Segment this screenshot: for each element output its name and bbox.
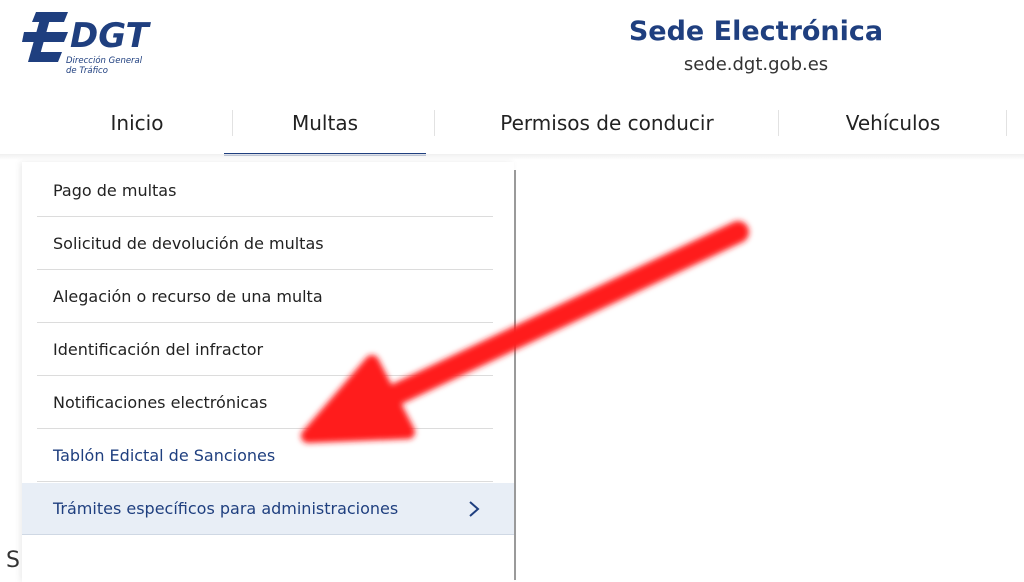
menu-item-label: Alegación o recurso de una multa bbox=[53, 287, 323, 306]
partial-text: S bbox=[6, 548, 20, 573]
multas-dropdown-menu: Pago de multas Solicitud de devolución d… bbox=[22, 162, 514, 582]
nav-item-permisos[interactable]: Permisos de conducir bbox=[436, 96, 778, 152]
nav-item-vehiculos[interactable]: Vehículos bbox=[780, 96, 1006, 152]
menu-item-label: Tablón Edictal de Sanciones bbox=[53, 446, 276, 465]
nav-item-multas[interactable]: Multas bbox=[224, 96, 426, 156]
menu-item-tablon-edictal[interactable]: Tablón Edictal de Sanciones bbox=[37, 430, 493, 482]
nav-separator bbox=[778, 110, 779, 136]
menu-item-identificacion[interactable]: Identificación del infractor bbox=[37, 324, 493, 376]
logo-wordmark: DGT bbox=[70, 16, 149, 56]
site-url: sede.dgt.gob.es bbox=[683, 54, 829, 75]
nav-separator bbox=[434, 110, 435, 136]
menu-item-label: Solicitud de devolución de multas bbox=[53, 234, 324, 253]
dgt-stripes-logo-icon bbox=[22, 12, 68, 62]
nav-item-inicio[interactable]: Inicio bbox=[40, 96, 234, 152]
site-title: Sede Electrónica bbox=[628, 16, 884, 47]
logo-subtitle: Dirección General de Tráfico bbox=[66, 56, 143, 76]
menu-item-notificaciones[interactable]: Notificaciones electrónicas bbox=[37, 377, 493, 429]
menu-item-label: Identificación del infractor bbox=[53, 340, 264, 359]
nav-shadow bbox=[0, 154, 1024, 160]
dgt-logo[interactable]: DGT Dirección General de Tráfico bbox=[22, 10, 162, 80]
main-nav: Inicio Multas Permisos de conducir Vehíc… bbox=[0, 96, 1024, 156]
menu-item-label: Pago de multas bbox=[53, 181, 177, 200]
nav-separator bbox=[1006, 110, 1007, 136]
menu-item-tramites-administraciones[interactable]: Trámites específicos para administracion… bbox=[22, 483, 514, 535]
menu-column-divider bbox=[514, 170, 516, 580]
menu-item-label: Notificaciones electrónicas bbox=[53, 393, 268, 412]
menu-item-alegacion[interactable]: Alegación o recurso de una multa bbox=[37, 271, 493, 323]
menu-item-devolucion[interactable]: Solicitud de devolución de multas bbox=[37, 218, 493, 270]
menu-item-label: Trámites específicos para administracion… bbox=[53, 499, 399, 518]
chevron-right-icon bbox=[469, 501, 480, 517]
menu-item-pago-multas[interactable]: Pago de multas bbox=[37, 165, 493, 217]
